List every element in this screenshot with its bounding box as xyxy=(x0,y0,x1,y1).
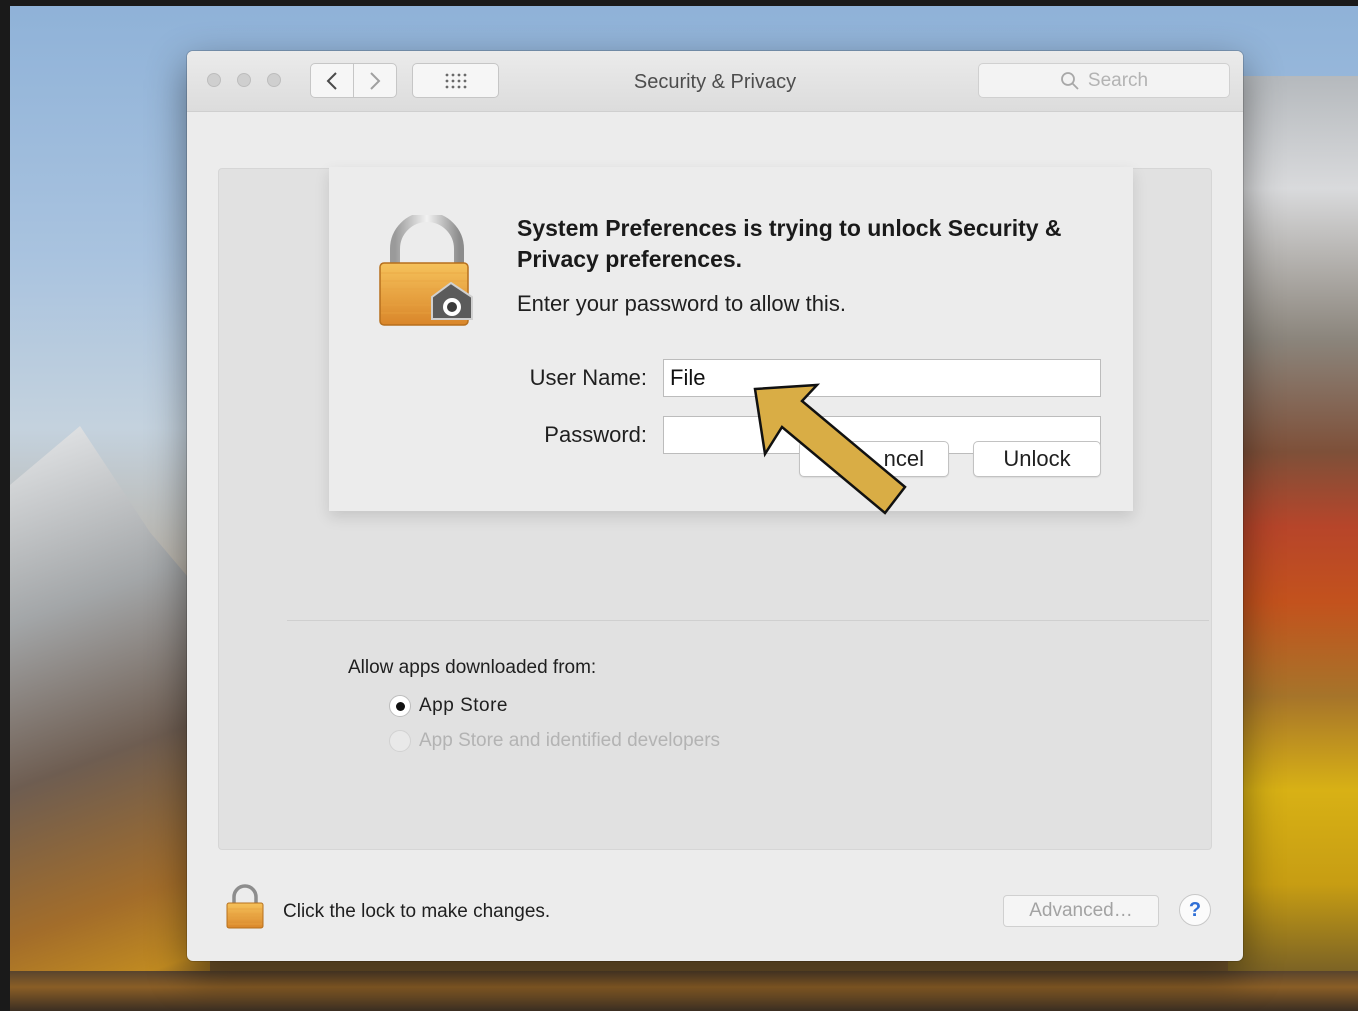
help-button[interactable]: ? xyxy=(1179,894,1211,926)
authentication-dialog: System Preferences is trying to unlock S… xyxy=(329,167,1133,511)
wallpaper-mountain-left xyxy=(10,426,210,1011)
lock-status-text: Click the lock to make changes. xyxy=(283,901,551,922)
search-icon xyxy=(1060,71,1079,90)
wallpaper-lake xyxy=(10,971,1358,1011)
radio-app-store[interactable]: App Store xyxy=(389,695,508,717)
radio-unselected-icon xyxy=(389,730,411,752)
radio-app-store-label: App Store xyxy=(419,695,508,716)
unlock-button[interactable]: Unlock xyxy=(973,441,1101,477)
username-label: User Name: xyxy=(529,365,647,390)
search-placeholder: Search xyxy=(1087,69,1149,91)
allow-apps-label: Allow apps downloaded from: xyxy=(348,657,597,678)
divider xyxy=(287,620,1209,621)
lock-icon xyxy=(379,215,473,326)
advanced-button[interactable]: Advanced… xyxy=(1003,895,1159,927)
password-label: Password: xyxy=(544,422,647,447)
radio-app-store-identified: App Store and identified developers xyxy=(389,730,720,752)
title-bar: Security & Privacy Search xyxy=(187,51,1243,112)
footer-lock-icon[interactable] xyxy=(225,883,265,931)
unlock-button-label: Unlock xyxy=(1003,446,1071,471)
dialog-subtitle: Enter your password to allow this. xyxy=(517,291,846,316)
system-preferences-window: Security & Privacy Search A Allow apps d… xyxy=(187,51,1243,961)
wallpaper-mountain-right xyxy=(1228,76,1358,1011)
annotation-arrow-icon xyxy=(753,383,907,515)
dialog-title: System Preferences is trying to unlock S… xyxy=(517,215,1062,272)
radio-selected-icon[interactable] xyxy=(389,695,411,717)
search-field[interactable]: Search xyxy=(978,63,1230,98)
radio-identified-label: App Store and identified developers xyxy=(419,730,721,751)
